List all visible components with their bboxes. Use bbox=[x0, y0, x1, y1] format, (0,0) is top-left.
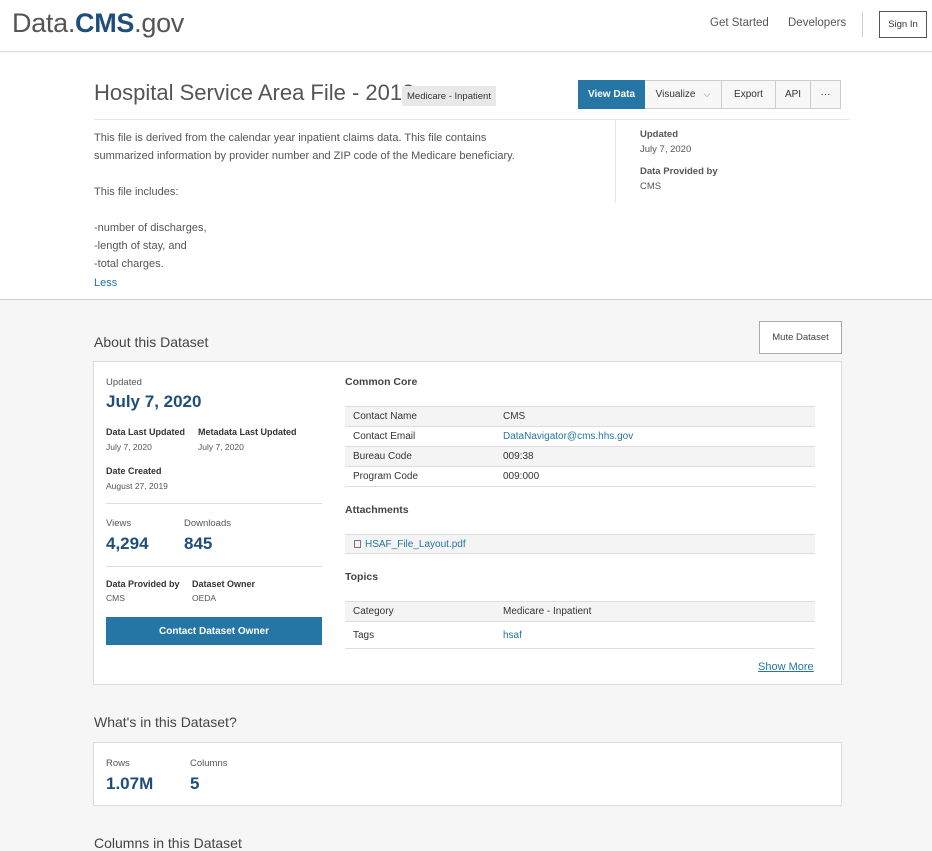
contact-email-link[interactable]: DataNavigator@cms.hhs.gov bbox=[503, 431, 633, 442]
tag-link[interactable]: hsaf bbox=[503, 630, 522, 641]
date-created-label: Date Created bbox=[106, 466, 162, 476]
attachments-heading: Attachments bbox=[345, 504, 409, 516]
views-label: Views bbox=[106, 518, 132, 529]
description-line: -number of discharges, bbox=[94, 222, 207, 234]
divider bbox=[345, 486, 815, 487]
rows-label: Rows bbox=[106, 758, 130, 769]
divider bbox=[106, 566, 322, 567]
updated-label: Updated bbox=[640, 129, 678, 140]
contact-name-value: CMS bbox=[503, 411, 526, 422]
table-row: Bureau Code 009:38 bbox=[345, 446, 815, 466]
chevron-down-icon: ⌵ bbox=[703, 89, 711, 99]
description-line: -total charges. bbox=[94, 258, 164, 270]
common-core-heading: Common Core bbox=[345, 376, 418, 388]
table-row: Tags hsaf bbox=[345, 621, 815, 648]
attachment-link[interactable]: HSAF_File_Layout.pdf bbox=[345, 534, 815, 554]
columns-value: 5 bbox=[190, 774, 200, 793]
less-link[interactable]: Less bbox=[94, 277, 117, 289]
divider bbox=[345, 648, 815, 649]
divider bbox=[106, 503, 322, 504]
export-button[interactable]: Export bbox=[722, 80, 776, 109]
more-actions-button[interactable]: ··· bbox=[811, 80, 841, 109]
dataset-description: This file is derived from the calendar y… bbox=[94, 129, 594, 273]
views-value: 4,294 bbox=[106, 534, 149, 553]
downloads-label: Downloads bbox=[184, 518, 231, 529]
category-key: Category bbox=[353, 606, 394, 617]
dataset-owner-value: OEDA bbox=[192, 593, 217, 603]
site-logo[interactable]: Data.CMS.gov bbox=[12, 8, 184, 39]
description-line: This file is derived from the calendar y… bbox=[94, 132, 487, 144]
contact-name-key: Contact Name bbox=[353, 411, 417, 422]
visualize-button[interactable]: Visualize ⌵ bbox=[645, 80, 722, 109]
file-icon bbox=[354, 540, 361, 548]
updated-value: July 7, 2020 bbox=[640, 144, 692, 155]
data-provided-by-label: Data Provided by bbox=[106, 579, 180, 589]
nav-divider bbox=[862, 12, 863, 37]
columns-label: Columns bbox=[190, 758, 228, 769]
api-button[interactable]: API bbox=[776, 80, 811, 109]
contact-dataset-owner-button[interactable]: Contact Dataset Owner bbox=[106, 617, 322, 645]
metadata-last-updated-label: Metadata Last Updated bbox=[198, 427, 297, 437]
whats-in-heading: What's in this Dataset? bbox=[94, 714, 237, 730]
nav-get-started[interactable]: Get Started bbox=[710, 17, 769, 29]
table-row: Contact Name CMS bbox=[345, 406, 815, 426]
logo-prefix: Data. bbox=[12, 8, 76, 38]
data-provided-by-value: CMS bbox=[106, 593, 125, 603]
provided-by-label: Data Provided by bbox=[640, 166, 718, 177]
table-row: Category Medicare - Inpatient bbox=[345, 601, 815, 621]
logo-brand: CMS bbox=[75, 8, 135, 38]
dataset-size-card: Rows 1.07M Columns 5 bbox=[93, 742, 842, 806]
date-created-value: August 27, 2019 bbox=[106, 481, 168, 491]
description-line: summarized information by provider numbe… bbox=[94, 150, 515, 162]
about-heading: About this Dataset bbox=[94, 334, 209, 350]
attachment-filename: HSAF_File_Layout.pdf bbox=[365, 538, 466, 550]
about-updated-value: July 7, 2020 bbox=[106, 392, 202, 411]
dataset-owner-label: Dataset Owner bbox=[192, 579, 256, 589]
table-row: Program Code 009:000 bbox=[345, 466, 815, 486]
logo-suffix: .gov bbox=[134, 8, 184, 38]
data-last-updated-value: July 7, 2020 bbox=[106, 442, 152, 452]
bureau-code-value: 009:38 bbox=[503, 451, 534, 462]
provided-by-value: CMS bbox=[640, 181, 662, 192]
downloads-value: 845 bbox=[184, 534, 213, 553]
contact-email-key: Contact Email bbox=[353, 431, 416, 442]
nav-developers[interactable]: Developers bbox=[788, 17, 846, 29]
top-navigation-bar: Data.CMS.gov Get Started Developers Sign… bbox=[0, 0, 932, 52]
rows-value: 1.07M bbox=[106, 774, 154, 793]
tags-key: Tags bbox=[353, 629, 375, 641]
description-divider bbox=[615, 119, 616, 203]
divider bbox=[94, 684, 334, 685]
topics-heading: Topics bbox=[345, 571, 379, 583]
bureau-code-key: Bureau Code bbox=[353, 451, 412, 462]
program-code-value: 009:000 bbox=[503, 471, 540, 482]
category-badge: Medicare - Inpatient bbox=[402, 86, 496, 106]
dataset-header: Hospital Service Area File - 2018 Medica… bbox=[0, 53, 932, 300]
table-row: Contact Email DataNavigator@cms.hhs.gov bbox=[345, 426, 815, 446]
category-value: Medicare - Inpatient bbox=[503, 606, 592, 617]
view-data-button[interactable]: View Data bbox=[578, 80, 645, 109]
data-last-updated-label: Data Last Updated bbox=[106, 427, 186, 437]
about-card: Updated July 7, 2020 Data Last Updated J… bbox=[93, 361, 842, 685]
header-divider bbox=[94, 119, 849, 120]
dataset-actions: View Data Visualize ⌵ Export API ··· bbox=[578, 80, 841, 109]
about-updated-label: Updated bbox=[106, 377, 142, 388]
mute-dataset-button[interactable]: Mute Dataset bbox=[759, 321, 842, 354]
metadata-last-updated-value: July 7, 2020 bbox=[198, 442, 244, 452]
description-line: -length of stay, and bbox=[94, 240, 187, 252]
description-line: This file includes: bbox=[94, 186, 179, 198]
sign-in-button[interactable]: Sign In bbox=[879, 11, 927, 38]
program-code-key: Program Code bbox=[353, 471, 419, 482]
visualize-label: Visualize bbox=[655, 89, 696, 100]
dataset-title: Hospital Service Area File - 2018 bbox=[94, 80, 415, 105]
show-more-link[interactable]: Show More bbox=[758, 661, 814, 673]
